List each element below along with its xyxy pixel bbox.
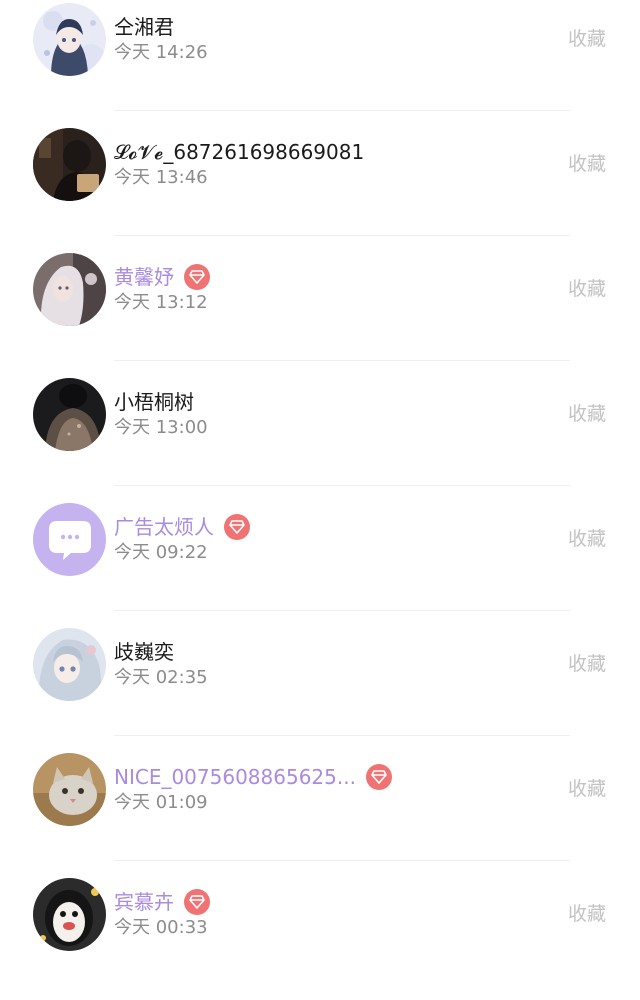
user-name-line: NICE_0075608865625...: [114, 762, 392, 792]
avatar[interactable]: [33, 503, 106, 576]
visit-time: 今天 00:33: [114, 917, 208, 938]
divider: [114, 485, 570, 486]
user-name-line: 宾慕卉: [114, 887, 210, 917]
user-name-line: 歧巍奕: [114, 637, 174, 667]
favorite-button[interactable]: 收藏: [568, 149, 606, 179]
anime-silver-girl-avatar-icon: [33, 628, 106, 701]
avatar[interactable]: [33, 128, 106, 201]
user-name-line: 𝓛𝓸𝓥𝓮_687261698669081: [114, 137, 364, 167]
dark-photo-avatar-icon: [33, 128, 106, 201]
avatar[interactable]: [33, 878, 106, 951]
divider: [114, 235, 570, 236]
favorite-button[interactable]: 收藏: [568, 399, 606, 429]
divider: [114, 360, 570, 361]
list-item[interactable]: NICE_0075608865625... 今天 01:09 收藏: [0, 750, 640, 875]
visit-time: 今天 02:35: [114, 667, 208, 688]
list-item[interactable]: 仝湘君 今天 14:26 收藏: [0, 0, 640, 125]
list-item[interactable]: 𝓛𝓸𝓥𝓮_687261698669081 今天 13:46 收藏: [0, 125, 640, 250]
user-name-line: 小梧桐树: [114, 387, 194, 417]
cat-avatar-icon: [33, 753, 106, 826]
divider: [114, 110, 570, 111]
user-name-line: 仝湘君: [114, 12, 174, 42]
list-item[interactable]: 黄馨妤 今天 13:12 收藏: [0, 250, 640, 375]
favorite-button[interactable]: 收藏: [568, 274, 606, 304]
chat-bubble-avatar-icon: [33, 503, 106, 576]
anime-girl-avatar-icon: [33, 3, 106, 76]
user-name-line: 黄馨妤: [114, 262, 210, 292]
visit-time: 今天 14:26: [114, 42, 208, 63]
user-name[interactable]: 宾慕卉: [114, 887, 174, 917]
visitor-list: 仝湘君 今天 14:26 收藏 𝓛𝓸𝓥𝓮_687261698669081 今天 …: [0, 0, 640, 970]
favorite-button[interactable]: 收藏: [568, 649, 606, 679]
user-name[interactable]: NICE_0075608865625...: [114, 762, 356, 792]
avatar[interactable]: [33, 3, 106, 76]
avatar[interactable]: [33, 378, 106, 451]
avatar[interactable]: [33, 253, 106, 326]
user-name[interactable]: 小梧桐树: [114, 387, 194, 417]
favorite-button[interactable]: 收藏: [568, 24, 606, 54]
visit-time: 今天 09:22: [114, 542, 208, 563]
divider: [114, 735, 570, 736]
list-item[interactable]: 歧巍奕 今天 02:35 收藏: [0, 625, 640, 750]
user-name-line: 广告太烦人: [114, 512, 250, 542]
list-item[interactable]: 广告太烦人 今天 09:22 收藏: [0, 500, 640, 625]
divider: [114, 610, 570, 611]
favorite-button[interactable]: 收藏: [568, 774, 606, 804]
penguin-avatar-icon: [33, 878, 106, 951]
divider: [114, 860, 570, 861]
vip-diamond-icon: [184, 889, 210, 915]
list-item[interactable]: 小梧桐树 今天 13:00 收藏: [0, 375, 640, 500]
user-name[interactable]: 黄馨妤: [114, 262, 174, 292]
visit-time: 今天 13:46: [114, 167, 208, 188]
vip-diamond-icon: [184, 264, 210, 290]
user-name[interactable]: 歧巍奕: [114, 637, 174, 667]
vip-diamond-icon: [365, 764, 392, 790]
user-name[interactable]: 广告太烦人: [114, 512, 214, 542]
favorite-button[interactable]: 收藏: [568, 899, 606, 929]
avatar[interactable]: [33, 628, 106, 701]
avatar[interactable]: [33, 753, 106, 826]
list-item[interactable]: 宾慕卉 今天 00:33 收藏: [0, 875, 640, 1000]
visit-time: 今天 13:00: [114, 417, 208, 438]
user-name[interactable]: 仝湘君: [114, 12, 174, 42]
dark-back-avatar-icon: [33, 378, 106, 451]
visit-time: 今天 13:12: [114, 292, 208, 313]
favorite-button[interactable]: 收藏: [568, 524, 606, 554]
user-name[interactable]: 𝓛𝓸𝓥𝓮_687261698669081: [114, 137, 364, 167]
visit-time: 今天 01:09: [114, 792, 208, 813]
vip-diamond-icon: [224, 514, 250, 540]
white-hair-girl-avatar-icon: [33, 253, 106, 326]
